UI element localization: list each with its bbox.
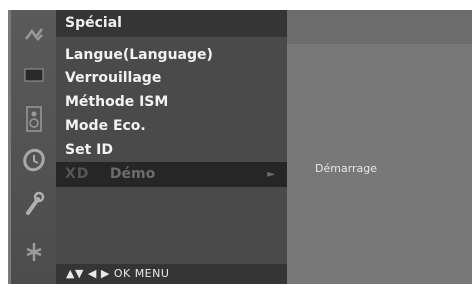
submenu-item-start[interactable]: Démarrage <box>315 162 377 175</box>
tv-osd-menu: Spécial Langue(Language) Verrouillage Mé… <box>0 0 472 285</box>
wrench-icon[interactable] <box>17 187 51 221</box>
navigation-hint-bar: ▲▼ ◀ ▶ OK MENU <box>56 264 287 284</box>
category-rail <box>8 10 57 284</box>
submenu-panel: Démarrage <box>287 10 472 284</box>
menu-title: Spécial <box>56 10 287 37</box>
tuning-icon[interactable] <box>17 18 51 52</box>
xd-logo: XD <box>65 166 90 182</box>
menu-item-ism[interactable]: Méthode ISM <box>56 90 287 115</box>
menu-item-demo-label: Démo <box>109 166 156 182</box>
menu-item-demo[interactable]: XD Démo ► <box>56 162 287 187</box>
speaker-icon[interactable] <box>17 102 51 136</box>
top-margin <box>0 0 472 10</box>
menu-item-eco-mode[interactable]: Mode Eco. <box>56 114 287 139</box>
menu-item-language[interactable]: Langue(Language) <box>56 43 287 68</box>
network-icon[interactable] <box>17 235 51 269</box>
picture-icon[interactable] <box>17 58 51 92</box>
menu-item-lock[interactable]: Verrouillage <box>56 66 287 91</box>
special-menu: Spécial Langue(Language) Verrouillage Mé… <box>56 10 287 284</box>
chevron-right-icon: ► <box>267 169 275 180</box>
submenu-header <box>287 10 472 44</box>
clock-icon[interactable] <box>17 143 51 177</box>
menu-item-set-id[interactable]: Set ID <box>56 138 287 163</box>
